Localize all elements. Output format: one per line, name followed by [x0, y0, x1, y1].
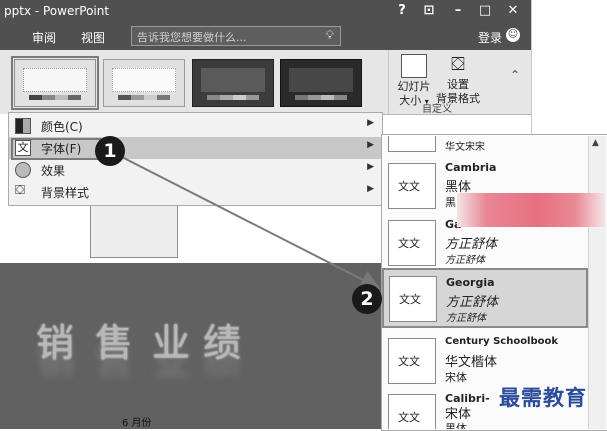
- callout-badge-2: 2: [352, 284, 382, 314]
- callout-badge-1: 1: [95, 136, 125, 166]
- callout-arrow: [117, 154, 381, 289]
- callout-arrow-line: [117, 154, 381, 289]
- watermark-text: 最需教育: [499, 386, 587, 410]
